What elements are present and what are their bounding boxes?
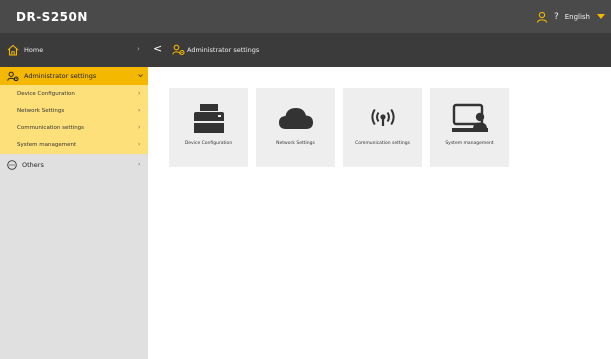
app-root: DR-S250N ? English Home › < Administrato…: [0, 0, 611, 359]
sidebar-item-communication-settings[interactable]: Communication settings ›: [0, 119, 148, 136]
card-system-management[interactable]: System management: [430, 88, 509, 167]
cloud-icon: [278, 108, 313, 129]
system-user-icon: [451, 103, 488, 132]
sidebar-item-network-settings[interactable]: Network Settings ›: [0, 102, 148, 119]
more-icon: [7, 159, 17, 170]
wireless-icon: [370, 108, 395, 126]
home-label: Home: [24, 46, 44, 54]
sidebar: Administrator settings Device Configurat…: [0, 67, 148, 359]
sidebar-item-label: Others: [22, 160, 44, 169]
breadcrumb: Administrator settings: [187, 46, 260, 54]
chevron-right-icon: ›: [138, 161, 141, 168]
chevron-right-icon: ›: [138, 90, 141, 97]
sidebar-item-administrator-settings[interactable]: Administrator settings: [0, 67, 148, 85]
home-link[interactable]: Home: [0, 33, 148, 67]
topbar-controls: ? English: [536, 11, 605, 23]
card-device-configuration[interactable]: Device Configuration: [169, 88, 248, 167]
sidebar-item-label: Administrator settings: [24, 72, 97, 80]
language-select[interactable]: English: [565, 13, 590, 21]
chevron-right-icon: ›: [138, 107, 141, 114]
chevron-down-icon[interactable]: [597, 14, 605, 19]
chevron-down-icon: [138, 74, 143, 78]
sidebar-item-label: Network Settings: [17, 107, 65, 114]
card-network-settings[interactable]: Network Settings: [256, 88, 335, 167]
sidebar-item-others[interactable]: Others ›: [0, 156, 148, 173]
brand-logo: DR-S250N: [16, 9, 88, 24]
admin-settings-icon: [172, 44, 185, 56]
chevron-right-icon: ›: [137, 45, 140, 53]
back-button[interactable]: <: [153, 42, 162, 55]
help-icon[interactable]: ?: [554, 12, 559, 22]
sidebar-item-device-configuration[interactable]: Device Configuration ›: [0, 85, 148, 102]
user-icon[interactable]: [536, 11, 548, 23]
card-label: System management: [445, 141, 494, 146]
chevron-right-icon: ›: [138, 124, 141, 131]
sidebar-item-label: System management: [17, 142, 77, 148]
navigation-bar: Home › < Administrator settings: [0, 33, 611, 67]
sidebar-item-label: Device Configuration: [17, 90, 75, 97]
card-label: Device Configuration: [184, 141, 233, 146]
chevron-right-icon: ›: [138, 141, 141, 148]
top-bar: DR-S250N ? English: [0, 0, 611, 33]
home-icon: [7, 44, 19, 56]
card-communication-settings[interactable]: Communication settings: [343, 88, 422, 167]
admin-settings-icon: [7, 71, 19, 81]
sidebar-item-system-management[interactable]: System management ›: [0, 136, 148, 154]
printer-icon: [193, 104, 224, 133]
card-label: Network Settings: [276, 141, 315, 146]
card-label: Communication settings: [355, 141, 410, 146]
sidebar-item-label: Communication settings: [17, 124, 85, 131]
